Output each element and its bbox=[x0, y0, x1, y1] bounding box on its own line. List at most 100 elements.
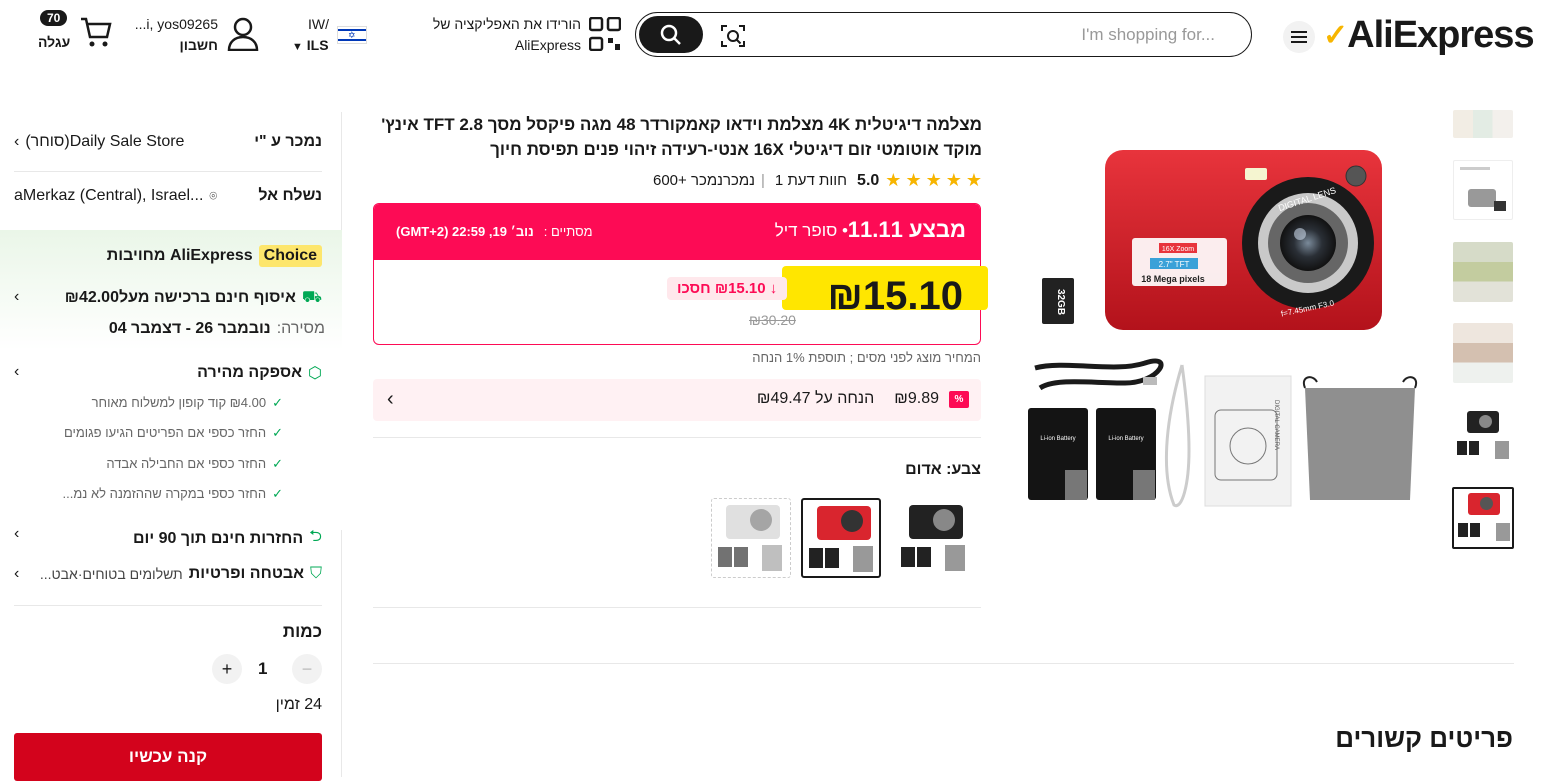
search-input[interactable]: I'm shopping for... bbox=[1081, 25, 1215, 45]
deal-ends-label: מסתיים : bbox=[543, 224, 593, 239]
bullet-4-text: החזר כספי במקרה שההזמנה לא נמ... bbox=[62, 486, 267, 501]
arrow-down-icon: ↓ bbox=[769, 280, 778, 297]
current-price: ₪15.10 bbox=[827, 274, 963, 318]
truck-icon: ⛟ bbox=[301, 289, 322, 306]
rating-value: 5.0 bbox=[857, 171, 880, 189]
deal-countdown: מסתיים : נוב׳ 19, 22:59 (GMT+2) bbox=[396, 224, 593, 239]
coupon-text: ₪9.89 הנחה על ₪49.47 bbox=[757, 390, 939, 408]
qr-code-icon[interactable] bbox=[588, 16, 622, 56]
coupon-value: ₪9.89 bbox=[894, 390, 939, 407]
deal-type-label: סופר דיל bbox=[774, 221, 838, 240]
star-icon: ★ bbox=[925, 170, 942, 190]
free-shipping-row[interactable]: ⛟ איסוף חינם ברכישה מעל₪42.00 › bbox=[14, 288, 322, 308]
shield-icon: ⛉ bbox=[309, 565, 322, 582]
ship-to-row[interactable]: נשלח אל ⌾ aMerkaz (Central), Israel... bbox=[14, 187, 322, 205]
logo-text: AliExpress bbox=[1347, 14, 1534, 56]
rating-divider: | bbox=[761, 172, 765, 189]
gallery-thumb-3[interactable] bbox=[1453, 242, 1513, 302]
cart-icon[interactable] bbox=[80, 16, 112, 53]
deal-ends-time: נוב׳ 19, 22:59 (GMT+2) bbox=[396, 224, 534, 239]
gallery-thumb-6-selected[interactable] bbox=[1452, 487, 1514, 549]
color-swatch-black[interactable] bbox=[894, 498, 974, 578]
ship-to-location: aMerkaz (Central), Israel... bbox=[14, 187, 204, 204]
app-text-line2: AliExpress bbox=[514, 37, 581, 53]
security-subtext: תשלומים בטוחים·אבט... bbox=[39, 566, 183, 582]
chevron-left-icon: ‹ bbox=[387, 388, 394, 410]
cart-label[interactable]: עגלה bbox=[38, 34, 70, 50]
gallery-thumb-4[interactable] bbox=[1453, 323, 1513, 383]
box-check-icon: ⬡ bbox=[308, 365, 322, 382]
coupon-percent-icon: % bbox=[949, 391, 969, 408]
sd-card-label: 32GB bbox=[1055, 289, 1066, 315]
location-pin-icon: ⌾ bbox=[209, 188, 218, 203]
reviews-count[interactable]: 1 חוות דעת bbox=[775, 172, 847, 189]
color-label: צבע: אדום bbox=[905, 461, 981, 478]
star-icon: ★ bbox=[885, 170, 902, 190]
divider bbox=[373, 437, 981, 438]
color-swatch-red-selected[interactable] bbox=[801, 498, 881, 578]
language-currency-selector[interactable]: IW/ ▼ ILS bbox=[292, 14, 329, 58]
returns-row[interactable]: ⮌ החזרות חינם תוך 90 יום › bbox=[14, 525, 322, 552]
ship-to-label: נשלח אל bbox=[258, 187, 322, 204]
currency-label: ILS bbox=[306, 37, 329, 53]
bullet-3: ✓ החזר כספי אם החבילה אבדה bbox=[106, 456, 283, 472]
search-button[interactable] bbox=[639, 16, 703, 53]
sold-by-label: נמכר ע "י bbox=[254, 133, 322, 150]
account-username: ...i, yos09265 bbox=[134, 16, 218, 32]
choice-badge: Choice bbox=[258, 245, 322, 267]
check-icon: ✓ bbox=[272, 425, 283, 440]
gallery-thumb-2[interactable] bbox=[1453, 160, 1513, 220]
gallery-thumb-5[interactable] bbox=[1453, 405, 1513, 465]
stars[interactable]: ★ ★ ★ ★ ★ bbox=[885, 170, 982, 191]
gallery-thumb-1[interactable] bbox=[1453, 110, 1513, 138]
tft-label: 2.7" TFT bbox=[1159, 260, 1190, 269]
menu-button[interactable] bbox=[1283, 21, 1315, 53]
quantity-increase-button[interactable]: + bbox=[212, 654, 242, 684]
bullet-1: ✓ ₪4.00 קוד קופון למשלוח מאוחר bbox=[92, 395, 283, 411]
user-icon[interactable] bbox=[227, 17, 259, 56]
star-icon: ★ bbox=[945, 170, 962, 190]
main-product-image[interactable]: DIGITAL LENS 16X Zoom 2.7" TFT 18 Mega p… bbox=[1020, 110, 1440, 520]
chevron-left-icon: › bbox=[14, 565, 20, 582]
deal-header: מבצע 11.11 • סופר דיל מסתיים : נוב׳ 19, … bbox=[374, 204, 980, 260]
available-count: 24 זמין bbox=[275, 696, 322, 713]
bullet-1-text: ₪4.00 קוד קופון למשלוח מאוחר bbox=[91, 395, 267, 410]
color-swatch-silver-unavailable[interactable] bbox=[711, 498, 791, 578]
check-icon: ✓ bbox=[272, 395, 283, 410]
original-price: ₪30.20 bbox=[749, 312, 796, 328]
coupon-row[interactable]: % ₪9.89 הנחה על ₪49.47 ‹ bbox=[373, 379, 981, 421]
buy-now-button[interactable]: קנה עכשיו bbox=[14, 733, 322, 781]
choice-row: Choice AliExpress מחויבות bbox=[107, 245, 322, 267]
security-row[interactable]: ⛉ אבטחה ופרטיות תשלומים בטוחים·אבט... › bbox=[14, 565, 322, 583]
zoom-label: 16X Zoom bbox=[1162, 246, 1194, 253]
aliexpress-logo[interactable]: ✓AliExpress bbox=[1323, 14, 1535, 57]
chevron-left-icon: › bbox=[14, 133, 20, 150]
israel-flag-icon: ✡ bbox=[337, 26, 367, 44]
return-icon: ⮌ bbox=[309, 528, 322, 545]
divider bbox=[14, 171, 322, 172]
deal-brand: מבצע 11.11 bbox=[847, 217, 966, 242]
download-app-link[interactable]: הורידו את האפליקציה של AliExpress bbox=[433, 14, 581, 56]
returns-text: החזרות חינם תוך 90 יום bbox=[133, 529, 304, 547]
logo-check-icon: ✓ bbox=[1323, 19, 1348, 52]
tax-note: המחיר מוצג לפני מסים ; תוספת 1% הנחה bbox=[752, 350, 981, 365]
quantity-value[interactable]: 1 bbox=[258, 659, 267, 679]
check-icon: ✓ bbox=[272, 486, 283, 501]
sold-by-row[interactable]: נמכר ע "י Daily Sale Store(סוחר) › bbox=[14, 133, 322, 151]
image-search-icon[interactable] bbox=[720, 23, 746, 54]
product-title: מצלמה דיגיטלית 4K מצלמת וידאו קאמקורדר 4… bbox=[381, 115, 982, 159]
account-label: חשבון bbox=[179, 37, 219, 53]
chevron-left-icon: › bbox=[14, 363, 20, 380]
choice-text: AliExpress מחויבות bbox=[106, 247, 253, 264]
divider bbox=[373, 607, 981, 608]
store-name: Daily Sale Store(סוחר) bbox=[25, 133, 185, 150]
language-label: IW/ bbox=[308, 16, 329, 32]
quantity-decrease-button[interactable]: − bbox=[292, 654, 322, 684]
cart-count-badge: 70 bbox=[40, 10, 68, 26]
account-menu[interactable]: ...i, yos09265 חשבון bbox=[135, 14, 218, 56]
battery-label-2: Li-ion Battery bbox=[1108, 436, 1143, 442]
fast-delivery-row[interactable]: ⬡ אספקה מהירה › bbox=[14, 363, 322, 383]
hamburger-icon bbox=[1291, 31, 1307, 43]
free-shipping-text: איסוף חינם ברכישה מעל₪42.00 bbox=[64, 289, 296, 306]
bullet-3-text: החזר כספי אם החבילה אבדה bbox=[106, 456, 267, 471]
